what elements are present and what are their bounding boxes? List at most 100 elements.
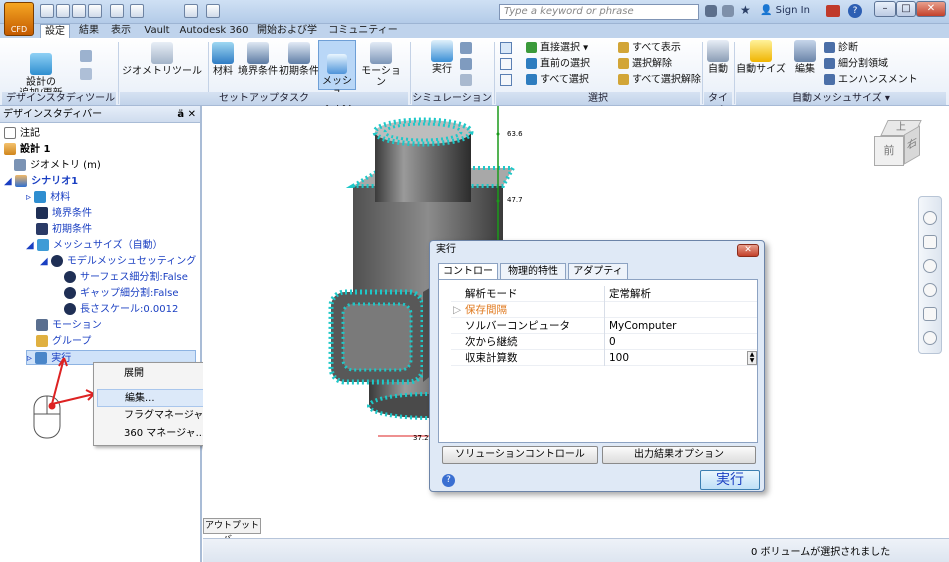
star-icon[interactable]: ★ (740, 3, 751, 17)
save-as-icon[interactable] (88, 4, 102, 18)
tab-view[interactable]: 表示 (108, 24, 134, 38)
diagnose-button[interactable]: 診断 (824, 42, 884, 54)
tree-scenario[interactable]: ◢ シナリオ1 (4, 174, 78, 189)
tab-getting-started[interactable]: 開始および学習 (256, 24, 318, 50)
solution-control-button[interactable]: ソリューションコントロール (442, 446, 598, 464)
tree-design[interactable]: 設計 1 (4, 142, 50, 157)
steering-wheel-icon[interactable] (923, 211, 937, 225)
panel-design-study-tools[interactable]: デザインスタディツール ▾ (2, 92, 116, 117)
list-icon[interactable] (460, 58, 472, 70)
exchange-icon[interactable] (826, 5, 840, 17)
view-cube-front[interactable]: 前 (874, 136, 904, 166)
run-button[interactable]: 実行 (700, 470, 760, 490)
tree-surface-refine[interactable]: サーフェス細分割:False (64, 270, 188, 285)
view-cube[interactable]: 上 前 右 (874, 120, 924, 172)
tree-motion[interactable]: モーション (36, 318, 102, 333)
select-mode-icon-3[interactable] (500, 74, 512, 86)
zoom-icon[interactable] (923, 259, 937, 273)
show-all-button[interactable]: すべて表示 (618, 42, 698, 54)
pan-hand-icon[interactable] (923, 235, 937, 249)
geometry-tools-button[interactable]: ジオメトリツール (122, 42, 202, 77)
tree-boundary-conditions[interactable]: 境界条件 (36, 206, 92, 221)
tab-autodesk360[interactable]: Autodesk 360 (178, 24, 250, 38)
orbit-icon[interactable] (923, 283, 937, 297)
pin-close-controls[interactable]: ä ✕ (177, 106, 196, 123)
dialog-close-button[interactable]: ✕ (737, 244, 759, 257)
open-icon[interactable] (56, 4, 70, 18)
tree-groups[interactable]: グループ (36, 334, 91, 349)
dialog-help-icon[interactable]: ? (442, 474, 455, 487)
select-mode-icon-1[interactable] (500, 42, 512, 54)
tab-control[interactable]: コントロール (438, 263, 498, 292)
panel-simulation[interactable]: シミュレーション ▾ (412, 92, 492, 117)
output-bar-tab[interactable]: アウトプットバー (203, 518, 261, 545)
tab-results[interactable]: 結果 (76, 24, 102, 38)
undo-icon[interactable] (110, 4, 124, 18)
tree-materials[interactable]: ▹ 材料 (26, 190, 70, 205)
minimize-button[interactable]: – (874, 1, 896, 17)
select-all-button[interactable]: すべて選択 (526, 74, 618, 86)
binoculars-icon[interactable] (705, 5, 717, 17)
refine-region-button[interactable]: 細分割領域 (824, 58, 894, 70)
tree-geometry[interactable]: ジオメトリ (m) (14, 158, 101, 173)
save-icon[interactable] (72, 4, 86, 18)
initial-conditions-button[interactable]: 初期条件 (279, 42, 319, 77)
iterations-spinner[interactable]: ▲ ▼ (747, 351, 757, 365)
mesh-size-button[interactable]: メッシュ サイズ (318, 40, 356, 109)
tab-adaptive[interactable]: アダプティブ (568, 263, 628, 292)
row-iterations[interactable]: 収束計算数 100 ▲ ▼ (451, 350, 757, 366)
design-study-bar: デザインスタディバー ä ✕ 注記 設計 1 ジオメトリ (m) ◢ シナリオ1… (0, 106, 202, 562)
boundary-conditions-button[interactable]: 境界条件 (238, 42, 278, 77)
center-icon[interactable] (923, 331, 937, 345)
deselect-button[interactable]: 選択解除 (618, 58, 698, 70)
select-previous-button[interactable]: 直前の選択 (526, 58, 618, 70)
enhance-icon (824, 74, 835, 85)
tree-length-scale[interactable]: 長さスケール:0.0012 (64, 302, 178, 317)
search-input[interactable]: Type a keyword or phrase (499, 4, 699, 20)
app-logo[interactable]: CFD (4, 2, 34, 36)
pan-icon[interactable] (184, 4, 198, 18)
signin-link[interactable]: 👤 Sign In (760, 5, 810, 16)
output-options-button[interactable]: 出力結果オプション (602, 446, 756, 464)
row-save-interval[interactable]: ▷ 保存間隔 (451, 302, 757, 318)
tree-model-mesh-settings[interactable]: ◢ モデルメッシュセッティング (40, 254, 196, 269)
tree-notes[interactable]: 注記 (4, 126, 40, 141)
tab-physics[interactable]: 物理的特性 (500, 263, 566, 279)
row-continue-from[interactable]: 次から継続 0 (451, 334, 757, 350)
auto-type-button[interactable]: 自動 (704, 40, 732, 75)
view-icon[interactable] (206, 4, 220, 18)
run-ribbon-button[interactable]: 実行 (428, 40, 456, 75)
enhancement-button[interactable]: エンハンスメント (824, 74, 920, 86)
select-mode-icon-2[interactable] (500, 58, 512, 70)
diagnose-icon (824, 42, 835, 53)
autosize-button[interactable]: 自動サイズ (736, 40, 786, 75)
row-solver-computer[interactable]: ソルバーコンピュータ MyComputer (451, 318, 757, 334)
tree-initial-conditions[interactable]: 初期条件 (36, 222, 92, 237)
tools-icon[interactable] (722, 5, 734, 17)
redo-icon[interactable] (130, 4, 144, 18)
edit-button[interactable]: 編集 (788, 40, 822, 75)
small-tool-icon-1[interactable] (80, 50, 92, 62)
maximize-button[interactable]: □ (896, 1, 916, 17)
help-icon[interactable]: ? (848, 4, 862, 18)
grid-icon[interactable] (460, 42, 472, 54)
row-analysis-mode[interactable]: 解析モード 定常解析 (451, 286, 757, 302)
tab-setup[interactable]: 設定 (40, 24, 70, 38)
tab-vault[interactable]: Vault (140, 24, 174, 38)
panel-auto-mesh-size[interactable]: 自動メッシュサイズ ▾ (736, 92, 946, 105)
close-window-button[interactable]: ✕ (916, 1, 946, 17)
new-icon[interactable] (40, 4, 54, 18)
setup-update-button[interactable]: 設計の 追加/更新 (16, 42, 66, 99)
motion-button[interactable]: モーション (358, 42, 404, 88)
tree-mesh-size[interactable]: ◢ メッシュサイズ（自動） (26, 238, 163, 253)
run-icon (431, 40, 453, 62)
tree-gap-refine[interactable]: ギャップ細分割:False (64, 286, 178, 301)
materials-button[interactable]: 材料 (210, 42, 236, 77)
expand-arrow[interactable]: ▷ (453, 302, 461, 318)
deselect-all-button[interactable]: すべて選択解除 (618, 74, 702, 86)
small-tool-icon-2[interactable] (80, 68, 92, 80)
tab-community[interactable]: コミュニティー (326, 24, 400, 38)
look-icon[interactable] (923, 307, 937, 321)
direct-select-dropdown[interactable]: 直接選択 ▾ (526, 42, 618, 54)
mail-icon[interactable] (460, 74, 472, 86)
